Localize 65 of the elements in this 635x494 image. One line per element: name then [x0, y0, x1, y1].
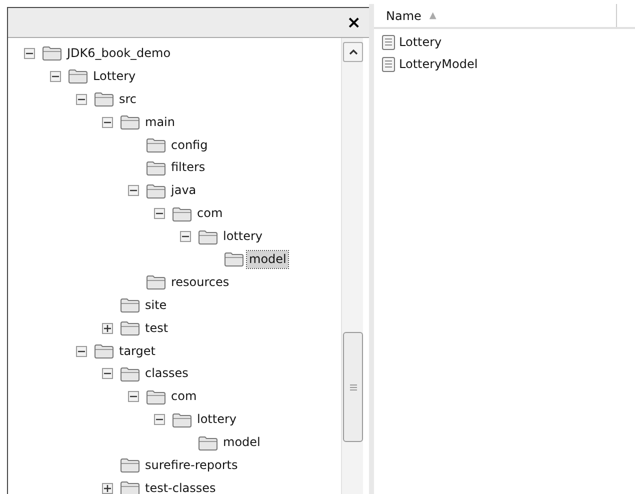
tree-item[interactable]: resources — [169, 274, 232, 291]
folder-icon — [120, 457, 140, 474]
tree-item[interactable]: test-classes — [143, 480, 218, 494]
collapse-icon[interactable] — [180, 231, 191, 242]
folder-icon — [120, 297, 140, 314]
tree-item[interactable]: lottery — [195, 411, 239, 428]
close-button[interactable]: × — [338, 8, 369, 37]
file-item[interactable]: Lottery — [399, 33, 442, 51]
folder-icon — [146, 160, 166, 176]
file-item[interactable]: LotteryModel — [399, 55, 478, 73]
tree-item[interactable]: config — [169, 136, 210, 154]
tree-item[interactable]: target — [117, 342, 158, 360]
folder-icon — [172, 412, 192, 428]
grip-icon — [350, 384, 356, 390]
document-icon — [382, 34, 395, 50]
folder-icon — [198, 434, 218, 451]
tree-item[interactable]: src — [117, 90, 139, 108]
collapse-icon[interactable] — [76, 94, 87, 105]
tree-item[interactable]: com — [195, 205, 225, 222]
tree-item[interactable]: classes — [143, 365, 190, 382]
folder-icon — [120, 480, 140, 494]
tree-item[interactable]: Lottery — [91, 68, 138, 85]
tree-item[interactable]: surefire-reports — [143, 456, 240, 474]
folder-icon — [120, 114, 140, 130]
tree-item[interactable]: java — [169, 182, 198, 200]
collapse-icon[interactable] — [50, 70, 61, 82]
document-icon — [382, 56, 395, 72]
collapse-icon[interactable] — [76, 346, 87, 357]
tree-item[interactable]: model — [221, 434, 262, 452]
collapse-icon[interactable] — [154, 208, 165, 220]
folder-icon — [146, 274, 166, 290]
folder-icon — [146, 388, 166, 405]
scroll-up-button[interactable] — [343, 42, 363, 62]
tree-item[interactable]: test — [143, 320, 170, 337]
folder-icon — [94, 91, 114, 108]
folder-icon — [146, 182, 166, 199]
folder-icon — [120, 320, 140, 336]
scroll-thumb[interactable] — [343, 332, 363, 442]
tree-item[interactable]: JDK6_book_demo — [65, 44, 173, 62]
collapse-icon[interactable] — [102, 116, 113, 128]
tree-item[interactable]: com — [169, 388, 199, 406]
sort-indicator: ▲ — [429, 10, 436, 22]
collapse-icon[interactable] — [128, 185, 139, 196]
tree-item[interactable]: lottery — [221, 228, 265, 246]
expand-icon[interactable] — [102, 322, 113, 334]
folder-icon — [172, 206, 192, 222]
folder-icon — [120, 366, 140, 382]
column-header[interactable]: Name ▲ — [374, 4, 617, 27]
collapse-icon[interactable] — [102, 368, 113, 380]
collapse-icon[interactable] — [128, 391, 139, 402]
caret-up-icon — [348, 49, 358, 55]
tree-item[interactable]: site — [143, 296, 169, 314]
expand-icon[interactable] — [102, 482, 113, 494]
folder-icon — [68, 68, 88, 84]
tree-item[interactable]: model — [247, 250, 288, 268]
collapse-icon[interactable] — [154, 414, 165, 426]
tree-item[interactable]: main — [143, 114, 177, 131]
folder-icon — [198, 228, 218, 245]
folder-icon — [42, 45, 62, 62]
folder-icon — [94, 343, 114, 360]
folder-icon — [146, 137, 166, 153]
folder-icon — [224, 251, 244, 268]
vertical-scrollbar[interactable] — [341, 38, 363, 494]
tree-item[interactable]: filters — [169, 159, 208, 176]
collapse-icon[interactable] — [24, 48, 35, 59]
